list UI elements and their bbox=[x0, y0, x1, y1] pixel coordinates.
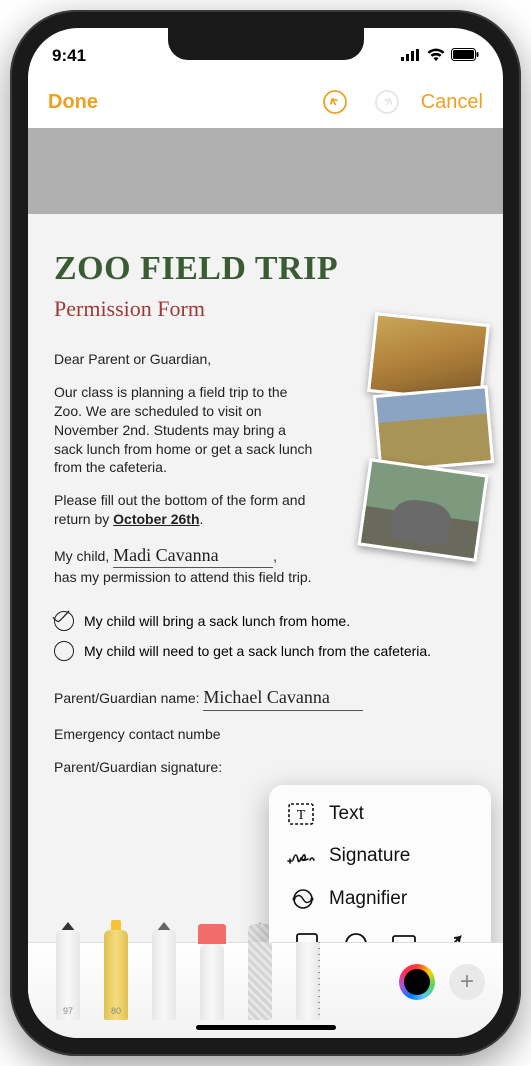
photo-stack bbox=[341, 318, 491, 598]
checkmark-icon bbox=[54, 611, 74, 631]
page-title: ZOO FIELD TRIP bbox=[54, 250, 477, 288]
radio-empty-icon bbox=[54, 641, 74, 661]
option-label: My child will need to get a sack lunch f… bbox=[84, 643, 431, 659]
popup-item-label: Signature bbox=[329, 845, 410, 867]
magnifier-icon bbox=[287, 887, 315, 911]
pencil-tool[interactable] bbox=[142, 924, 186, 1020]
child-name-field[interactable]: Madi Cavanna bbox=[113, 545, 218, 565]
signature-icon bbox=[287, 846, 315, 866]
nav-bar: Done Cancel bbox=[28, 76, 503, 128]
home-indicator[interactable] bbox=[196, 1025, 336, 1030]
color-picker-button[interactable] bbox=[399, 964, 435, 1000]
greeting-text: Dear Parent or Guardian, bbox=[54, 350, 314, 369]
markup-add-popup: T Text Signature Magnifie bbox=[269, 785, 491, 942]
option-label: My child will bring a sack lunch from ho… bbox=[84, 613, 350, 629]
cancel-button[interactable]: Cancel bbox=[421, 91, 483, 114]
shape-arrow-button[interactable] bbox=[440, 931, 466, 942]
text-box-icon: T bbox=[287, 803, 315, 825]
body-para-1: Our class is planning a field trip to th… bbox=[54, 383, 314, 477]
popup-shapes-row bbox=[269, 921, 491, 942]
cellular-icon bbox=[401, 46, 421, 66]
shape-speech-bubble-button[interactable] bbox=[391, 931, 417, 942]
screen: 9:41 Done Cancel bbox=[28, 28, 503, 1038]
markup-tool-tray: 97 80 + bbox=[28, 942, 503, 1038]
guardian-name-field[interactable]: Michael Cavanna bbox=[203, 687, 329, 707]
eraser-tool[interactable] bbox=[190, 924, 234, 1020]
option-sack-lunch-cafeteria[interactable]: My child will need to get a sack lunch f… bbox=[54, 641, 477, 661]
highlighter-tool[interactable]: 80 bbox=[94, 924, 138, 1020]
option-sack-lunch-home[interactable]: My child will bring a sack lunch from ho… bbox=[54, 611, 477, 631]
body-para-2: Please fill out the bottom of the form a… bbox=[54, 491, 314, 529]
svg-text:T: T bbox=[297, 808, 306, 823]
popup-item-label: Magnifier bbox=[329, 888, 407, 910]
shape-square-button[interactable] bbox=[294, 931, 320, 942]
popup-item-magnifier[interactable]: Magnifier bbox=[269, 877, 491, 921]
battery-icon bbox=[451, 46, 479, 66]
notch bbox=[168, 28, 364, 60]
popup-item-signature[interactable]: Signature bbox=[269, 835, 491, 877]
document-viewport[interactable]: ZOO FIELD TRIP Permission Form Dear Pare… bbox=[28, 128, 503, 942]
add-annotation-button[interactable]: + bbox=[449, 964, 485, 1000]
child-permission-line: My child, Madi Cavanna , has my permissi… bbox=[54, 543, 314, 587]
document-page: ZOO FIELD TRIP Permission Form Dear Pare… bbox=[28, 214, 503, 942]
status-time: 9:41 bbox=[52, 46, 86, 66]
popup-item-label: Text bbox=[329, 803, 364, 825]
pen-tool[interactable]: 97 bbox=[46, 924, 90, 1020]
status-indicators bbox=[401, 46, 479, 66]
photo-elephant bbox=[357, 458, 488, 562]
signature-line: Parent/Guardian signature: bbox=[54, 758, 477, 777]
wifi-icon bbox=[427, 46, 445, 66]
done-button[interactable]: Done bbox=[48, 91, 98, 114]
popup-item-text[interactable]: T Text bbox=[269, 793, 491, 835]
shape-circle-button[interactable] bbox=[343, 931, 369, 942]
emergency-contact-line: Emergency contact numbe bbox=[54, 725, 477, 744]
redo-button[interactable] bbox=[371, 86, 403, 118]
photo-meerkats bbox=[373, 385, 494, 473]
undo-button[interactable] bbox=[319, 86, 351, 118]
phone-frame: 9:41 Done Cancel bbox=[10, 10, 521, 1056]
guardian-name-line: Parent/Guardian name: Michael Cavanna bbox=[54, 685, 477, 710]
